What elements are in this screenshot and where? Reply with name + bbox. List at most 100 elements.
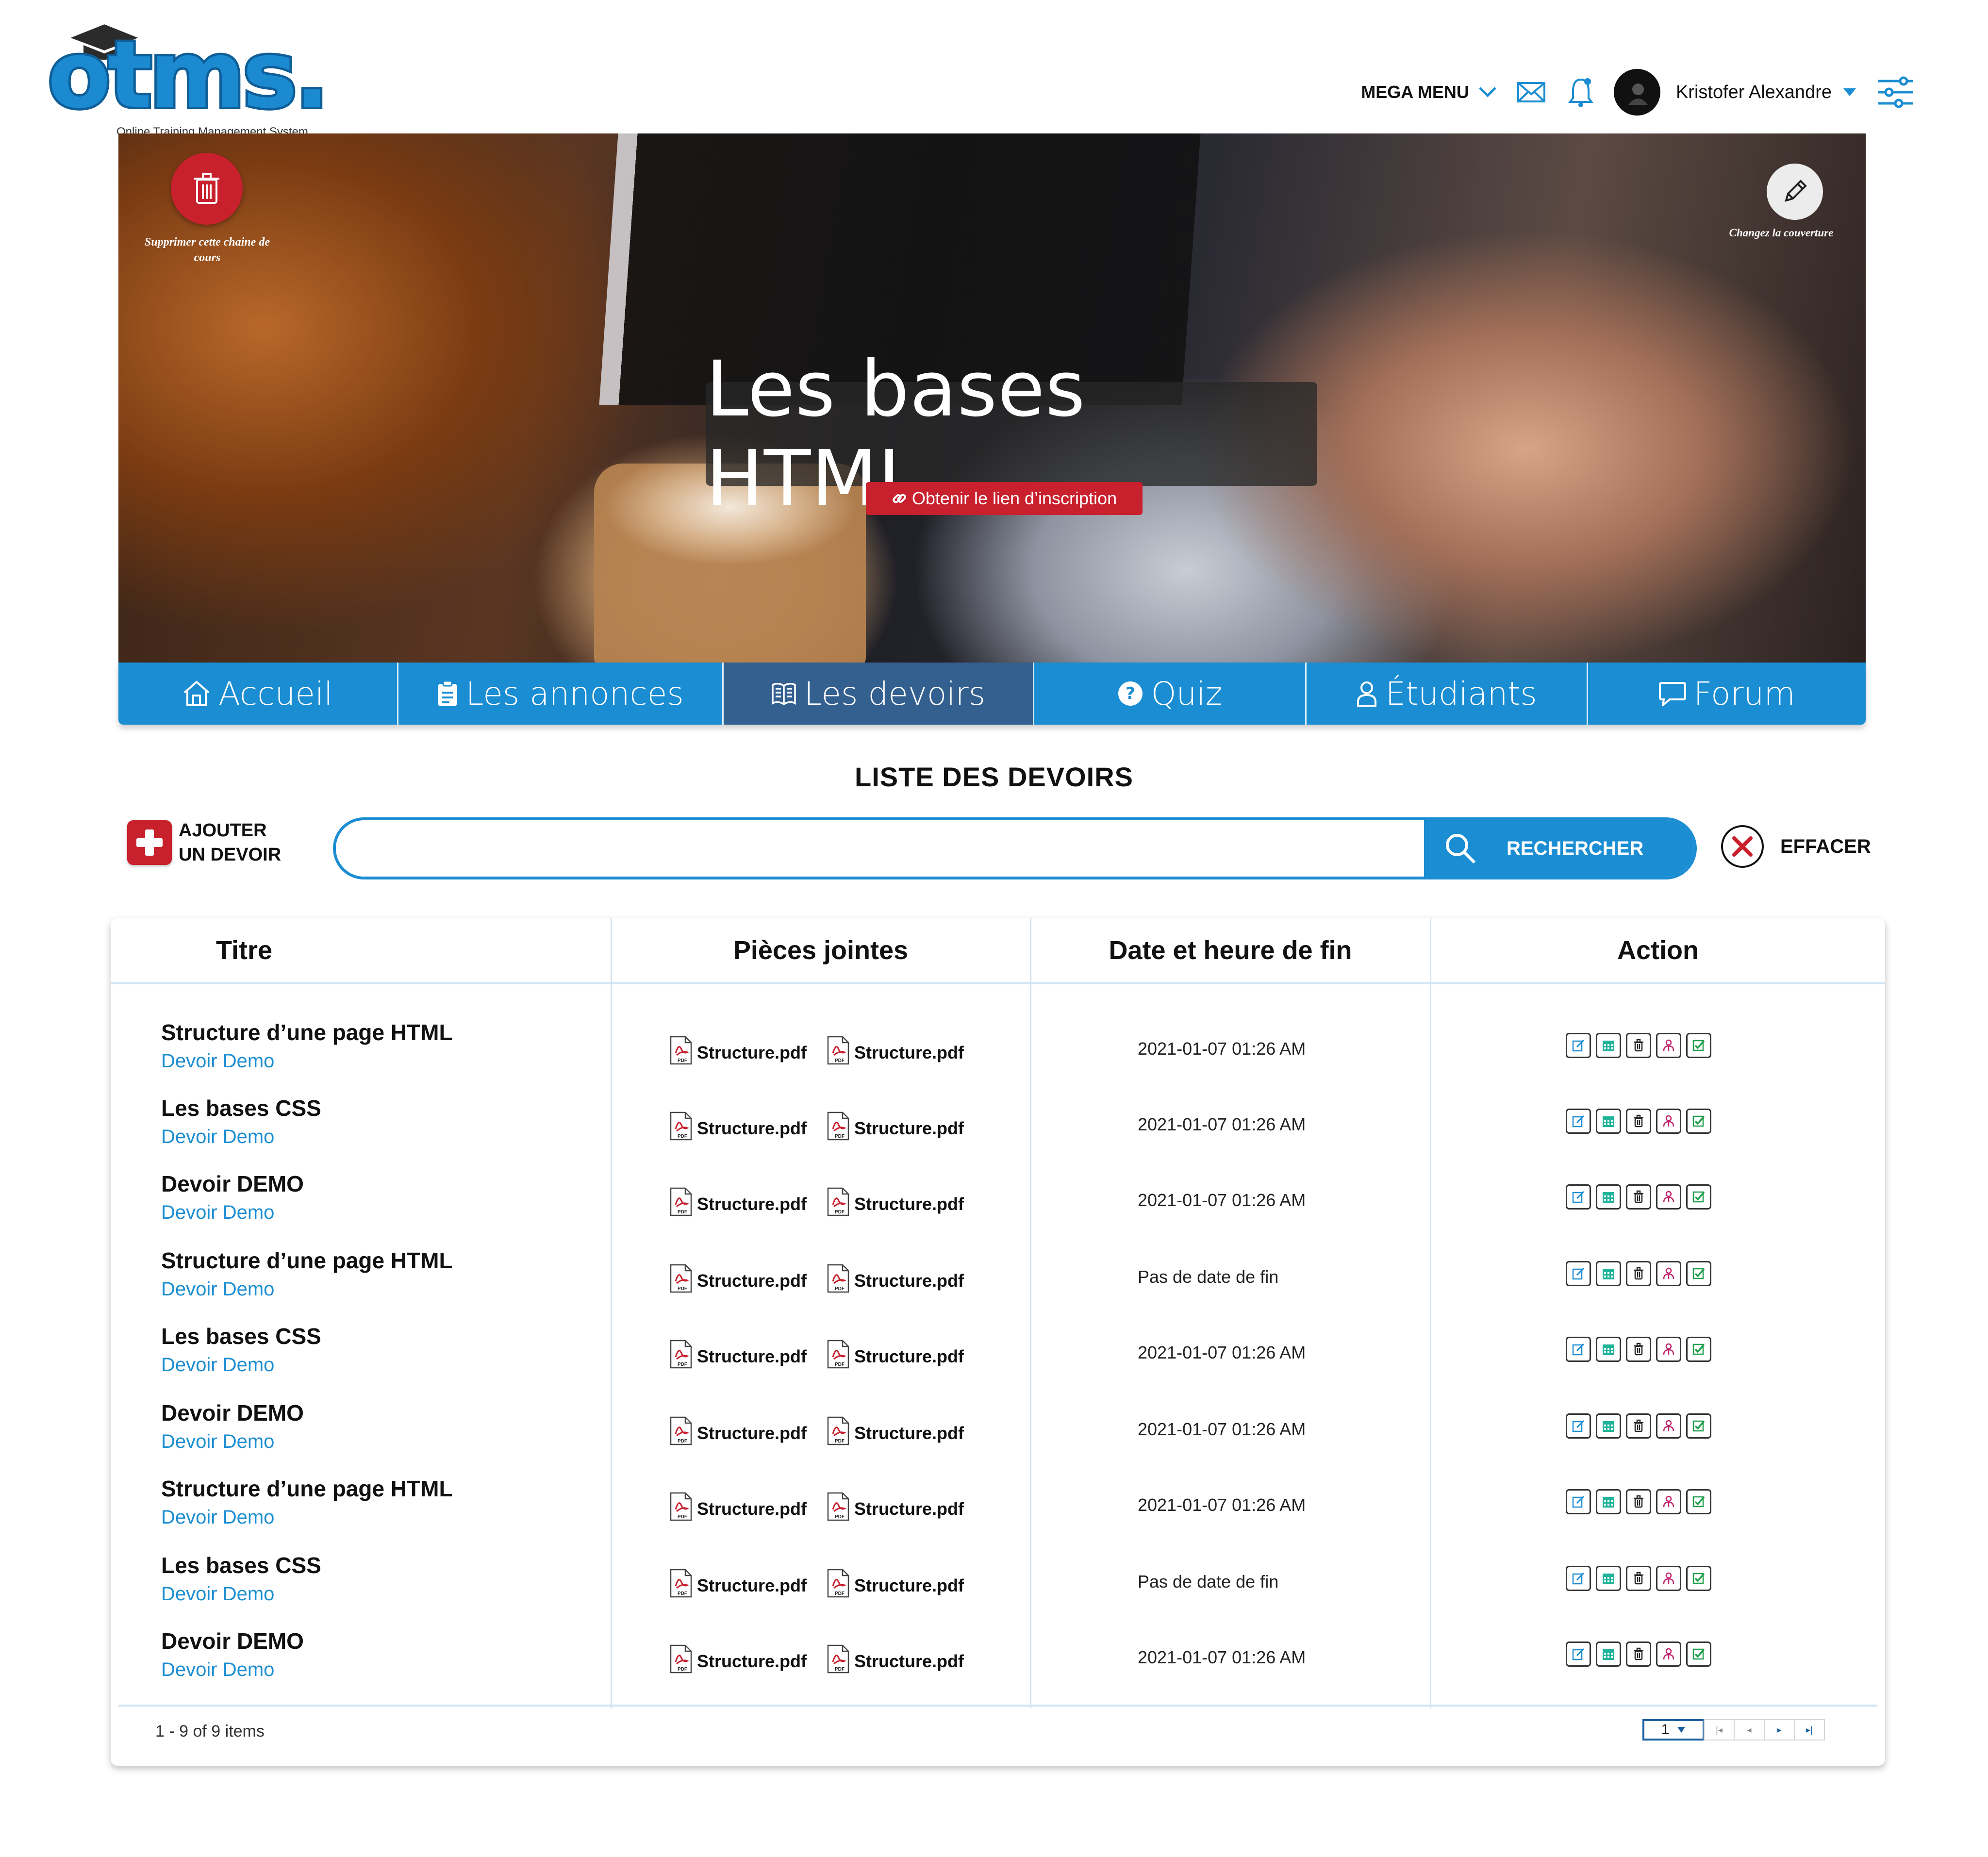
check-action-button[interactable] [1686,1184,1711,1210]
users-action-button[interactable] [1656,1261,1681,1286]
check-action-button[interactable] [1686,1261,1711,1286]
assignment-subtitle[interactable]: Devoir Demo [161,1354,321,1376]
assignment-subtitle[interactable]: Devoir Demo [161,1278,453,1300]
attachment-link[interactable]: PDF Structure.pdf [826,1111,964,1145]
assignment-subtitle[interactable]: Devoir Demo [161,1431,304,1453]
users-action-button[interactable] [1656,1033,1681,1058]
users-action-button[interactable] [1656,1337,1681,1362]
assignment-subtitle[interactable]: Devoir Demo [161,1126,321,1148]
calendar-action-button[interactable] [1596,1489,1621,1514]
column-header-title[interactable]: Titre [183,918,305,982]
check-action-button[interactable] [1686,1566,1711,1591]
app-logo[interactable]: otms. Online Training Management System [45,15,332,138]
trash-action-button[interactable] [1626,1109,1651,1134]
first-page-icon[interactable]: |◂ [1704,1719,1735,1741]
attachment-link[interactable]: PDF Structure.pdf [826,1416,964,1450]
next-page-icon[interactable]: ▸ [1764,1719,1795,1741]
assignment-title[interactable]: Les bases CSS [161,1323,321,1349]
settings-sliders-icon[interactable] [1876,75,1915,109]
last-page-icon[interactable]: ▸| [1794,1719,1825,1741]
attachment-link[interactable]: PDF Structure.pdf [669,1644,807,1678]
edit-action-button[interactable] [1566,1641,1591,1667]
edit-action-button[interactable] [1566,1261,1591,1286]
attachment-link[interactable]: PDF Structure.pdf [669,1416,807,1450]
edit-action-button[interactable] [1566,1489,1591,1514]
users-action-button[interactable] [1656,1489,1681,1514]
calendar-action-button[interactable] [1596,1033,1621,1058]
check-action-button[interactable] [1686,1337,1711,1362]
check-action-button[interactable] [1686,1109,1711,1134]
trash-action-button[interactable] [1626,1489,1651,1514]
trash-action-button[interactable] [1626,1641,1651,1667]
add-assignment-button[interactable]: AJOUTER UN DEVOIR [127,818,281,867]
mail-icon[interactable] [1516,77,1547,108]
trash-action-button[interactable] [1626,1413,1651,1439]
trash-action-button[interactable] [1626,1337,1651,1362]
search-button[interactable]: RECHERCHER [1424,820,1694,877]
bell-icon[interactable] [1565,77,1596,108]
edit-action-button[interactable] [1566,1413,1591,1439]
attachment-link[interactable]: PDF Structure.pdf [826,1340,964,1373]
users-action-button[interactable] [1656,1184,1681,1210]
trash-action-button[interactable] [1626,1033,1651,1058]
edit-action-button[interactable] [1566,1337,1591,1362]
attachment-link[interactable]: PDF Structure.pdf [826,1264,964,1297]
users-action-button[interactable] [1656,1413,1681,1439]
attachment-link[interactable]: PDF Structure.pdf [826,1644,964,1678]
change-cover-button[interactable] [1767,164,1823,220]
check-action-button[interactable] [1686,1033,1711,1058]
calendar-action-button[interactable] [1596,1337,1621,1362]
assignment-subtitle[interactable]: Devoir Demo [161,1583,321,1605]
calendar-action-button[interactable] [1596,1261,1621,1286]
calendar-action-button[interactable] [1596,1413,1621,1439]
assignment-subtitle[interactable]: Devoir Demo [161,1050,453,1072]
column-header-attachments[interactable]: Pièces jointes [612,918,1030,982]
assignment-title[interactable]: Structure d’une page HTML [161,1247,453,1274]
assignment-title[interactable]: Les bases CSS [161,1095,321,1121]
check-action-button[interactable] [1686,1413,1711,1439]
prev-page-icon[interactable]: ◂ [1734,1719,1765,1741]
calendar-action-button[interactable] [1596,1641,1621,1667]
attachment-link[interactable]: PDF Structure.pdf [669,1569,807,1602]
assignment-subtitle[interactable]: Devoir Demo [161,1507,453,1528]
tab-etudiants[interactable]: Étudiants [1307,663,1589,725]
page-select[interactable]: 1 [1642,1719,1705,1741]
attachment-link[interactable]: PDF Structure.pdf [669,1340,807,1373]
calendar-action-button[interactable] [1596,1109,1621,1134]
calendar-action-button[interactable] [1596,1184,1621,1210]
check-action-button[interactable] [1686,1489,1711,1514]
tab-devoirs[interactable]: Les devoirs [723,663,1035,725]
attachment-link[interactable]: PDF Structure.pdf [669,1111,807,1145]
avatar[interactable] [1613,69,1660,116]
attachment-link[interactable]: PDF Structure.pdf [826,1569,964,1602]
assignment-subtitle[interactable]: Devoir Demo [161,1202,304,1224]
edit-action-button[interactable] [1566,1566,1591,1591]
edit-action-button[interactable] [1566,1184,1591,1210]
attachment-link[interactable]: PDF Structure.pdf [826,1036,964,1069]
attachment-link[interactable]: PDF Structure.pdf [669,1492,807,1525]
edit-action-button[interactable] [1566,1109,1591,1134]
assignment-title[interactable]: Devoir DEMO [161,1400,304,1426]
attachment-link[interactable]: PDF Structure.pdf [826,1187,964,1221]
users-action-button[interactable] [1656,1566,1681,1591]
calendar-action-button[interactable] [1596,1566,1621,1591]
users-action-button[interactable] [1656,1109,1681,1134]
assignment-title[interactable]: Devoir DEMO [161,1171,304,1197]
tab-accueil[interactable]: Accueil [118,663,398,725]
assignment-subtitle[interactable]: Devoir Demo [161,1659,304,1681]
column-header-end-date[interactable]: Date et heure de fin [1031,918,1430,982]
clear-button[interactable]: EFFACER [1721,825,1871,868]
search-input[interactable] [336,820,1424,877]
users-action-button[interactable] [1656,1641,1681,1667]
delete-course-button[interactable] [171,153,243,225]
user-menu[interactable]: Kristofer Alexandre [1676,82,1857,103]
assignment-title[interactable]: Structure d’une page HTML [161,1019,453,1045]
attachment-link[interactable]: PDF Structure.pdf [669,1264,807,1297]
mega-menu[interactable]: MEGA MENU [1361,82,1497,102]
enroll-link-button[interactable]: Obtenir le lien d’inscription [866,482,1143,515]
attachment-link[interactable]: PDF Structure.pdf [826,1492,964,1525]
tab-annonces[interactable]: Les annonces [398,663,724,725]
tab-forum[interactable]: Forum [1588,663,1866,725]
attachment-link[interactable]: PDF Structure.pdf [669,1187,807,1221]
attachment-link[interactable]: PDF Structure.pdf [669,1036,807,1069]
